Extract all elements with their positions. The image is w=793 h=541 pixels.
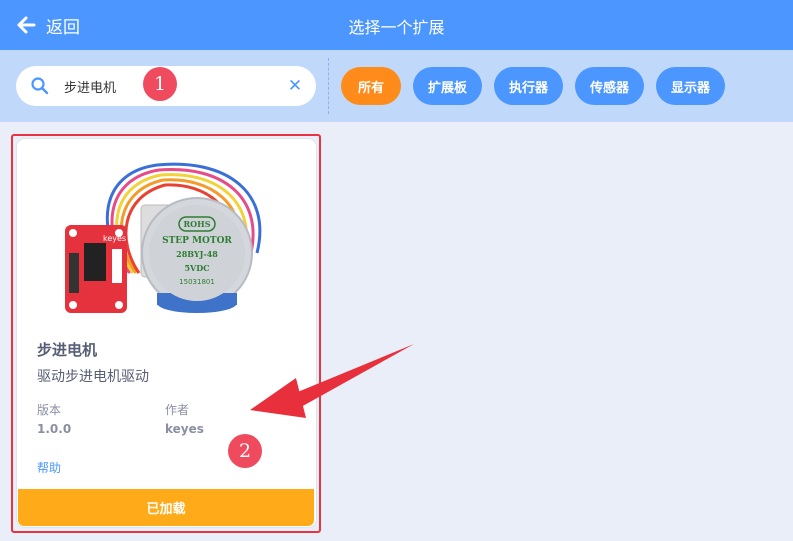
filter-displays[interactable]: 显示器 — [656, 67, 726, 105]
extension-description: 驱动步进电机驱动 — [37, 369, 149, 385]
motor-label-1: ROHS — [184, 219, 211, 229]
extension-title: 步进电机 — [37, 341, 98, 359]
clear-search-icon[interactable]: ✕ — [286, 77, 304, 95]
version-value: 1.0.0 — [37, 422, 72, 436]
search-icon — [31, 77, 49, 95]
motor-label-4: 5VDC — [184, 263, 209, 273]
filter-expansion-board[interactable]: 扩展板 — [413, 67, 483, 105]
help-link[interactable]: 帮助 — [37, 459, 61, 476]
filter-all[interactable]: 所有 — [341, 67, 401, 105]
step-badge-2: 2 — [228, 434, 262, 468]
stepper-motor-image: keyes ROHS STEP MOTOR 28BYJ-48 5VDC 1503… — [65, 162, 262, 313]
board-label: keyes — [103, 234, 126, 243]
filter-sensors[interactable]: 传感器 — [575, 67, 645, 105]
loaded-button[interactable]: 已加载 — [18, 489, 314, 526]
motor-label-2: STEP MOTOR — [162, 236, 232, 246]
divider — [328, 58, 329, 114]
author-label: 作者 — [165, 403, 190, 417]
page-title: 选择一个扩展 — [348, 18, 445, 37]
step-badge-1: 1 — [143, 67, 177, 101]
motor-label-5: 15031801 — [179, 278, 215, 286]
version-label: 版本 — [37, 403, 62, 417]
filter-actuators[interactable]: 执行器 — [494, 67, 564, 105]
annotation-arrow — [250, 344, 414, 418]
top-bar: 返回 选择一个扩展 — [0, 0, 793, 50]
motor-label-3: 28BYJ-48 — [176, 249, 218, 259]
extension-card[interactable]: keyes ROHS STEP MOTOR 28BYJ-48 5VDC 1503… — [17, 139, 316, 527]
author-value: keyes — [165, 422, 204, 436]
filter-bar: ✕ 所有 扩展板 执行器 传感器 显示器 — [0, 50, 793, 122]
category-filters: 所有 扩展板 执行器 传感器 显示器 — [341, 67, 726, 105]
